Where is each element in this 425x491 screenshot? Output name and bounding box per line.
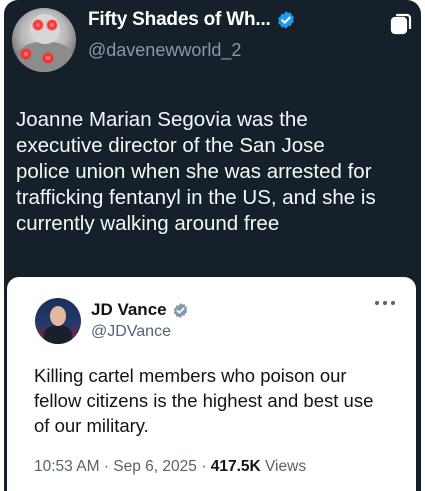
tweet-text-line: executive director of the San Jose xyxy=(16,134,325,157)
quoted-author-display-name[interactable]: JD Vance xyxy=(91,300,167,320)
author-name-row[interactable]: Fifty Shades of Wh... xyxy=(88,9,296,31)
copy-icon[interactable] xyxy=(389,12,413,36)
meta-separator: · xyxy=(201,458,207,475)
verified-badge-icon xyxy=(173,302,187,318)
more-options-icon[interactable] xyxy=(374,299,396,307)
quoted-author-handle[interactable]: @JDVance xyxy=(91,323,171,341)
tweet-text-line: trafficking fentanyl in the US, and she … xyxy=(16,186,376,209)
author-handle[interactable]: @davenewworld_2 xyxy=(88,40,241,61)
avatar-figure-suit xyxy=(44,325,72,344)
tweet-text-line: police union when she was arrested for xyxy=(16,160,372,183)
quoted-tweet-meta: 10:53 AM · Sep 6, 2025 · 417.5K Views xyxy=(34,458,306,476)
glowing-eye-icon xyxy=(20,48,32,60)
verified-badge-icon xyxy=(277,11,294,29)
tweet-card: Fifty Shades of Wh... @davenewworld_2 Jo… xyxy=(4,0,421,491)
quoted-author-avatar[interactable] xyxy=(35,298,81,344)
tweet-text: Joanne Marian Segovia was the executive … xyxy=(16,107,411,237)
glowing-eye-icon xyxy=(42,52,54,64)
author-avatar[interactable] xyxy=(12,8,76,72)
views-count: 417.5K xyxy=(210,458,261,475)
quoted-tweet-text-line: Killing cartel members who poison our xyxy=(34,365,347,386)
glowing-eye-icon xyxy=(46,19,58,31)
avatar-figure-face xyxy=(50,306,66,326)
meta-separator: · xyxy=(103,458,109,475)
quoted-tweet-text: Killing cartel members who poison our fe… xyxy=(34,363,404,438)
tweet-text-line: Joanne Marian Segovia was the xyxy=(16,108,308,131)
tweet-date[interactable]: Sep 6, 2025 xyxy=(113,458,197,475)
quoted-tweet-text-line: fellow citizens is the highest and best … xyxy=(34,390,374,411)
tweet-text-line: currently walking around free xyxy=(16,212,280,235)
quoted-tweet-card[interactable]: JD Vance @JDVance Killing cartel members… xyxy=(7,277,416,491)
author-display-name[interactable]: Fifty Shades of Wh... xyxy=(88,9,271,31)
quoted-author-name-row[interactable]: JD Vance xyxy=(91,300,189,320)
quoted-tweet-text-line: of our military. xyxy=(34,415,149,436)
tweet-time[interactable]: 10:53 AM xyxy=(34,458,100,475)
views-label: Views xyxy=(265,458,307,475)
glowing-eye-icon xyxy=(32,19,44,31)
